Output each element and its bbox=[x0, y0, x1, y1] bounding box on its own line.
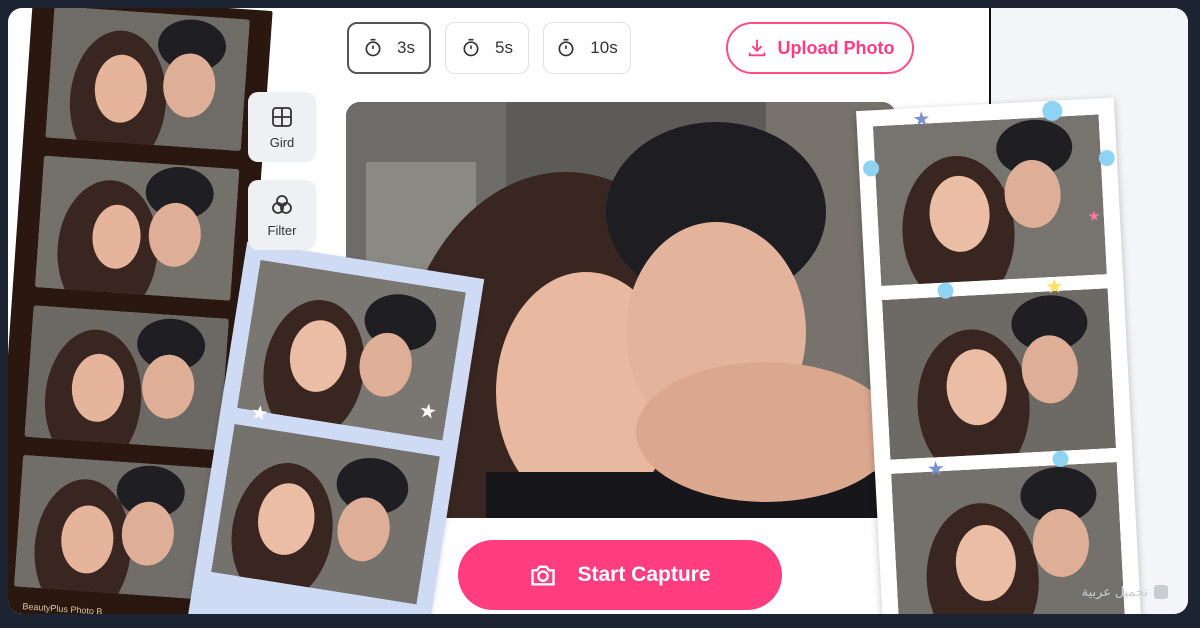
grid-button[interactable]: Gird bbox=[248, 92, 316, 162]
white-photo-strip: ★ ★ ★ ★ bbox=[856, 97, 1142, 614]
stopwatch-icon bbox=[558, 38, 574, 57]
app-card: BeautyPlus Photo B ★ ★ Gird Filter 3s 5s… bbox=[8, 8, 1188, 614]
film-photo-1 bbox=[45, 8, 250, 152]
timer-label: 10s bbox=[590, 38, 618, 57]
filter-button[interactable]: Filter bbox=[248, 180, 316, 250]
dot-sticker-icon bbox=[1098, 149, 1116, 167]
star-sticker-icon: ★ bbox=[248, 401, 270, 426]
film-brand-label: BeautyPlus Photo B bbox=[22, 601, 103, 614]
timer-label: 3s bbox=[397, 38, 415, 57]
grid-icon bbox=[272, 106, 292, 127]
timer-5s-button[interactable]: 5s bbox=[445, 22, 529, 74]
start-capture-button[interactable]: Start Capture bbox=[458, 540, 782, 610]
film-photo-4 bbox=[13, 454, 219, 601]
film-photo-2 bbox=[34, 155, 240, 301]
film-photo-3 bbox=[24, 305, 230, 451]
stopwatch-icon bbox=[463, 38, 479, 57]
upload-label: Upload Photo bbox=[777, 37, 895, 58]
star-sticker-icon: ★ bbox=[912, 108, 932, 132]
filter-circles-icon bbox=[272, 194, 292, 214]
download-icon bbox=[748, 39, 765, 57]
upload-photo-button[interactable]: Upload Photo bbox=[726, 22, 914, 74]
star-sticker-icon: ★ bbox=[417, 399, 439, 425]
grid-label: Gird bbox=[269, 134, 295, 150]
timer-label: 5s bbox=[495, 38, 513, 57]
start-capture-label: Start Capture bbox=[577, 563, 711, 586]
stopwatch-icon bbox=[365, 38, 381, 57]
white-strip-photo-2 bbox=[881, 288, 1117, 460]
watermark: تجميل عربية bbox=[1082, 584, 1168, 600]
white-strip-photo-1 bbox=[872, 114, 1107, 287]
filter-label: Filter bbox=[267, 222, 297, 238]
timer-10s-button[interactable]: 10s bbox=[543, 22, 631, 74]
camera-icon bbox=[531, 565, 556, 586]
watermark-logo-icon bbox=[1154, 585, 1168, 599]
watermark-text: تجميل عربية bbox=[1081, 584, 1148, 599]
blue-strip-photo-2 bbox=[211, 423, 440, 605]
timer-3s-button[interactable]: 3s bbox=[347, 22, 431, 74]
star-sticker-icon: ★ bbox=[926, 457, 946, 481]
star-sticker-icon: ★ bbox=[1087, 207, 1101, 225]
star-sticker-icon: ★ bbox=[1044, 275, 1065, 299]
